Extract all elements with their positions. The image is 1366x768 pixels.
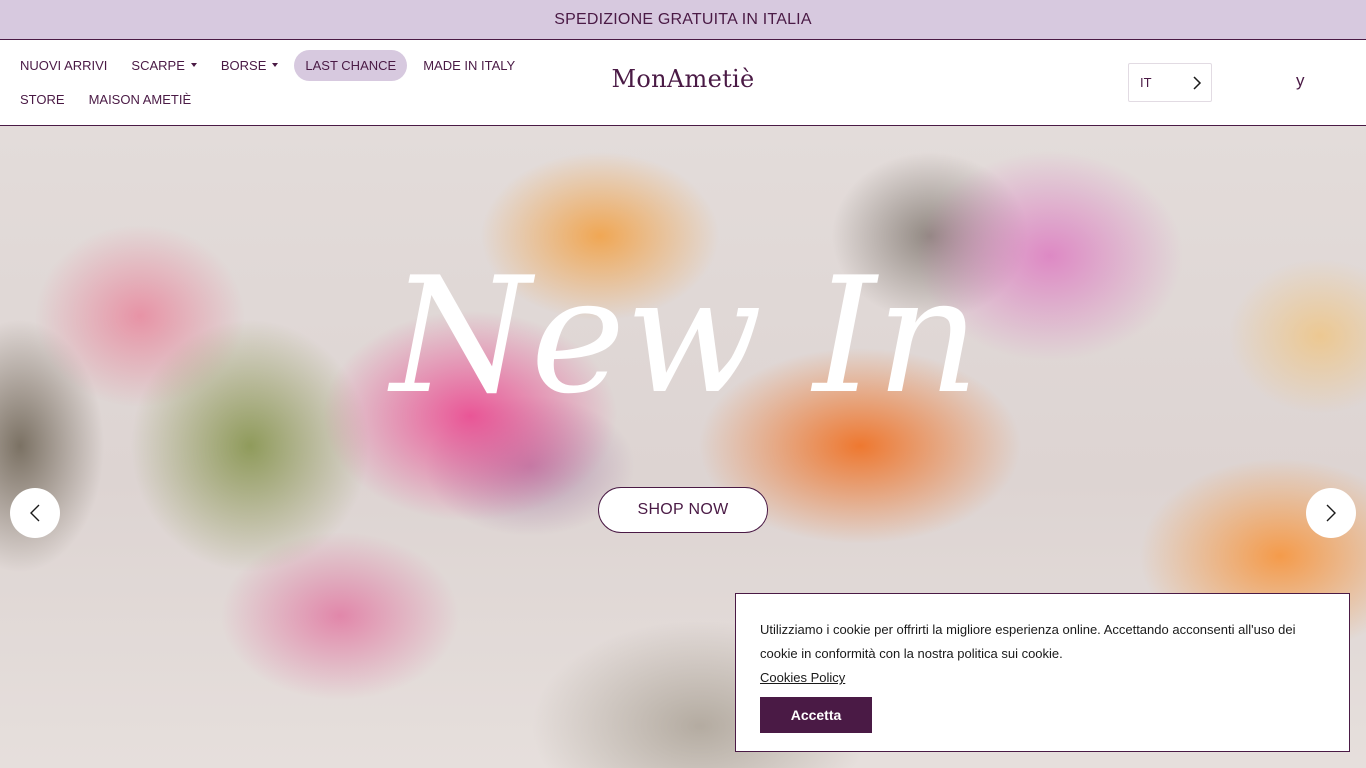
cookie-banner: Utilizziamo i cookie per offrirti la mig…: [735, 593, 1350, 752]
promo-text: SPEDIZIONE GRATUITA IN ITALIA: [554, 10, 812, 28]
main-nav-row-1: NUOVI ARRIVI SCARPE BORSE LAST CHANCE MA…: [20, 49, 539, 81]
shop-now-button[interactable]: SHOP NOW: [598, 487, 768, 533]
main-nav-row-2: STORE MAISON AMETIÈ: [20, 87, 215, 111]
nav-item-borse[interactable]: BORSE: [221, 58, 279, 73]
hero-title: New In: [387, 242, 980, 421]
carousel-next-button[interactable]: [1306, 488, 1356, 538]
carousel-prev-button[interactable]: [10, 488, 60, 538]
language-selector[interactable]: IT: [1128, 63, 1212, 102]
chevron-left-icon: [30, 504, 40, 522]
nav-item-maison-ametie[interactable]: MAISON AMETIÈ: [89, 92, 192, 107]
chevron-right-icon: [1326, 504, 1336, 522]
nav-item-last-chance[interactable]: LAST CHANCE: [294, 49, 408, 81]
nav-item-made-in-italy[interactable]: MADE IN ITALY: [423, 58, 515, 73]
site-header: NUOVI ARRIVI SCARPE BORSE LAST CHANCE MA…: [0, 40, 1366, 126]
brand-logo[interactable]: MonAmetiè: [583, 65, 783, 93]
hero-title-text: New In: [387, 242, 980, 421]
promo-bar: SPEDIZIONE GRATUITA IN ITALIA: [0, 0, 1366, 40]
cookie-message: Utilizziamo i cookie per offrirti la mig…: [760, 622, 1296, 661]
cart-icon[interactable]: y: [1296, 71, 1305, 91]
language-value: IT: [1140, 75, 1152, 90]
accept-cookies-button[interactable]: Accetta: [760, 697, 872, 733]
cookies-policy-link[interactable]: Cookies Policy: [760, 666, 845, 690]
caret-down-icon: [272, 63, 279, 67]
caret-down-icon: [190, 63, 197, 67]
nav-item-nuovi-arrivi[interactable]: NUOVI ARRIVI: [20, 58, 107, 73]
nav-item-scarpe[interactable]: SCARPE: [131, 58, 197, 73]
nav-item-store[interactable]: STORE: [20, 92, 65, 107]
chevron-right-icon: [1193, 76, 1202, 90]
